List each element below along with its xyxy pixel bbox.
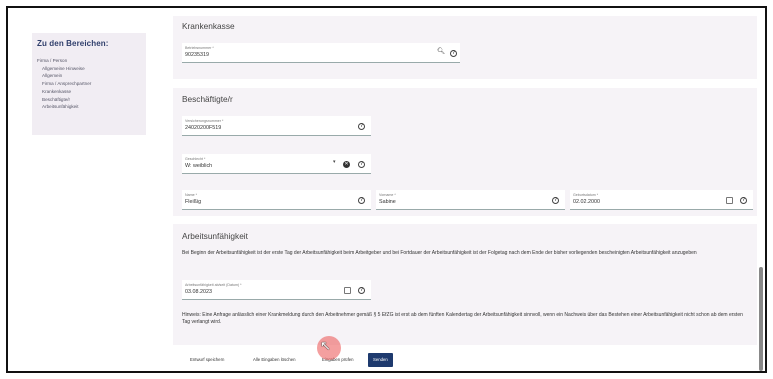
betriebsnummer-field[interactable]: Betriebsnummer * 90235319 🔍︎ ? bbox=[182, 43, 460, 63]
versicherungsnummer-value: 24020200F519 bbox=[185, 125, 222, 131]
geschlecht-label: Geschlecht * bbox=[185, 157, 206, 161]
section-title-arbeitsunfaehigkeit: Arbeitsunfähigkeit bbox=[182, 231, 248, 241]
scrollbar-thumb[interactable] bbox=[759, 267, 763, 371]
name-field[interactable]: Name * Fleißig ? bbox=[182, 190, 371, 210]
vorname-value: Sabine bbox=[379, 199, 396, 205]
clear-icon[interactable]: ✕ bbox=[343, 161, 350, 168]
sidebar-item-allgemeine-hinweise[interactable]: Allgemeine Hinweise bbox=[37, 65, 146, 73]
vorname-field[interactable]: Vorname * Sabine ? bbox=[376, 190, 565, 210]
au-datum-label: Arbeitsunfähigkeit ab/seit (Datum) * bbox=[185, 283, 242, 287]
dropdown-arrow-icon[interactable]: ▾ bbox=[333, 160, 336, 165]
section-title-beschaeftigte: Beschäftigte/r bbox=[182, 94, 233, 104]
section-beschaeftigte: Beschäftigte/r Versicherungsnummer * 240… bbox=[173, 88, 757, 216]
help-icon[interactable]: ? bbox=[358, 123, 365, 130]
arbeitsunfaehigkeit-intro-text: Bei Beginn der Arbeitsunfähigkeit ist de… bbox=[182, 250, 697, 256]
help-icon[interactable]: ? bbox=[358, 287, 365, 294]
help-icon[interactable]: ? bbox=[552, 197, 559, 204]
search-icon[interactable]: 🔍︎ bbox=[437, 48, 445, 56]
vorname-label: Vorname * bbox=[379, 193, 396, 197]
sidebar-item-firma-person[interactable]: Firma / Person bbox=[37, 57, 146, 65]
section-arbeitsunfaehigkeit: Arbeitsunfähigkeit Bei Beginn der Arbeit… bbox=[173, 224, 757, 345]
browser-frame: Zu den Bereichen: Firma / Person Allgeme… bbox=[6, 6, 767, 373]
calendar-icon[interactable] bbox=[726, 197, 733, 204]
au-datum-field[interactable]: Arbeitsunfähigkeit ab/seit (Datum) * 03.… bbox=[182, 280, 371, 300]
mouse-pointer-icon: ↖ bbox=[320, 338, 331, 353]
sidebar-item-firma-ansprechpartner[interactable]: Firma / Ansprechpartner bbox=[37, 80, 146, 88]
save-draft-button[interactable]: Entwurf speichern bbox=[185, 353, 229, 367]
calendar-icon[interactable] bbox=[344, 287, 351, 294]
help-icon[interactable]: ? bbox=[450, 50, 457, 57]
betriebsnummer-value: 90235319 bbox=[185, 52, 209, 58]
geburtsdatum-field[interactable]: Geburtsdatum * 02.02.2000 ? bbox=[570, 190, 753, 210]
sidebar-item-beschaeftigte[interactable]: Beschäftigte/r bbox=[37, 96, 146, 104]
arbeitsunfaehigkeit-hinweis-text: Hinweis: Eine Anfrage anlässlich einer K… bbox=[182, 312, 743, 325]
clear-all-button[interactable]: Alle Eingaben löschen bbox=[248, 353, 301, 367]
help-icon[interactable]: ? bbox=[740, 197, 747, 204]
versicherungsnummer-label: Versicherungsnummer * bbox=[185, 119, 224, 123]
sidebar-item-krankenkasse[interactable]: Krankenkasse bbox=[37, 88, 146, 96]
send-button[interactable]: Senden bbox=[368, 353, 393, 367]
versicherungsnummer-field[interactable]: Versicherungsnummer * 24020200F519 ? bbox=[182, 116, 371, 136]
section-krankenkasse: Krankenkasse Betriebsnummer * 90235319 🔍… bbox=[173, 16, 757, 79]
name-label: Name * bbox=[185, 193, 197, 197]
geschlecht-select[interactable]: Geschlecht * W: weiblich ▾ ✕ ? bbox=[182, 154, 371, 174]
section-title-krankenkasse: Krankenkasse bbox=[182, 21, 235, 31]
sidebar-title: Zu den Bereichen: bbox=[37, 39, 109, 48]
help-icon[interactable]: ? bbox=[358, 161, 365, 168]
betriebsnummer-label: Betriebsnummer * bbox=[185, 46, 214, 50]
sidebar-navigation: Zu den Bereichen: Firma / Person Allgeme… bbox=[32, 33, 146, 135]
help-icon[interactable]: ? bbox=[358, 197, 365, 204]
geburtsdatum-label: Geburtsdatum * bbox=[573, 193, 599, 197]
sidebar-item-allgemein[interactable]: Allgemein bbox=[37, 72, 146, 80]
au-datum-value: 03.08.2023 bbox=[185, 289, 212, 295]
geschlecht-value: W: weiblich bbox=[185, 163, 213, 169]
geburtsdatum-value: 02.02.2000 bbox=[573, 199, 600, 205]
sidebar-item-arbeitsunfaehigkeit[interactable]: Arbeitsunfähigkeit bbox=[37, 103, 146, 111]
name-value: Fleißig bbox=[185, 199, 202, 205]
